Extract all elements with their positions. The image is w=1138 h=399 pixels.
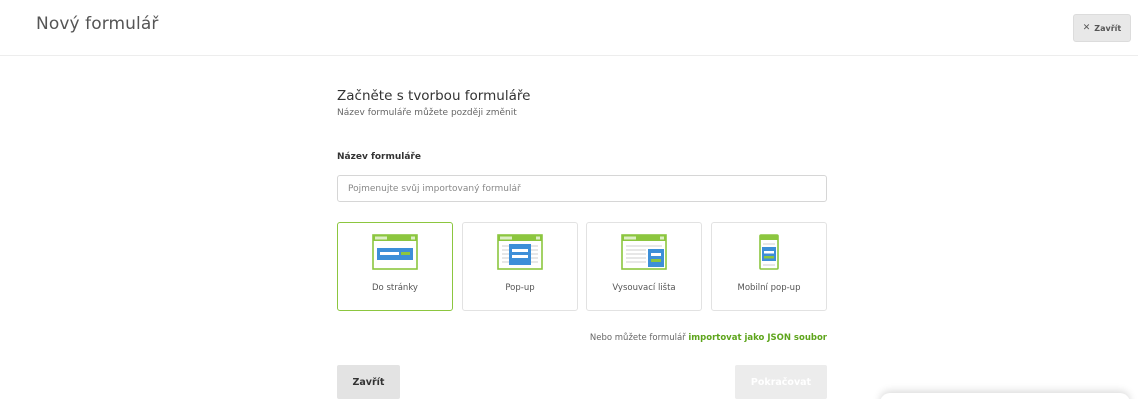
top-bar: Nový formulář ✕ Zavřít (0, 0, 1138, 56)
close-top-button[interactable]: ✕ Zavřít (1073, 14, 1131, 42)
form-type-label: Vysouvací lišta (612, 283, 676, 293)
form-type-label: Pop-up (505, 283, 535, 293)
continue-button[interactable]: Pokračovat (735, 365, 827, 399)
new-form-panel: Začněte s tvorbou formuláře Název formul… (337, 88, 827, 399)
close-icon: ✕ (1082, 22, 1091, 33)
form-name-input[interactable] (337, 175, 827, 202)
import-json-link[interactable]: importovat jako JSON soubor (688, 333, 827, 343)
inline-form-icon (372, 234, 418, 270)
form-type-mobile-popup-card[interactable]: Mobilní pop-up (711, 222, 827, 311)
form-type-popup-card[interactable]: Pop-up (462, 222, 578, 311)
intro-heading: Začněte s tvorbou formuláře (337, 88, 531, 104)
import-hint: Nebo můžete formulář importovat jako JSO… (590, 333, 827, 343)
close-button[interactable]: Zavřít (337, 365, 400, 399)
floating-panel-edge (880, 393, 1130, 399)
page-title: Nový formulář (36, 14, 159, 34)
form-type-options: Do stránky Pop-up Vysouvací lišta Mobiln… (337, 222, 827, 312)
form-name-label: Název formuláře (337, 152, 421, 162)
form-type-inline-card[interactable]: Do stránky (337, 222, 453, 311)
form-type-label: Do stránky (372, 283, 418, 293)
popup-form-icon (497, 234, 543, 270)
close-top-label: Zavřít (1094, 23, 1122, 33)
form-type-label: Mobilní pop-up (737, 283, 801, 293)
form-type-slide-in-card[interactable]: Vysouvací lišta (586, 222, 702, 311)
mobile-popup-icon (759, 234, 779, 270)
import-prefix: Nebo můžete formulář (589, 333, 686, 343)
intro-subheading: Název formuláře můžete později změnit (337, 108, 517, 118)
slide-in-bar-icon (621, 234, 667, 270)
